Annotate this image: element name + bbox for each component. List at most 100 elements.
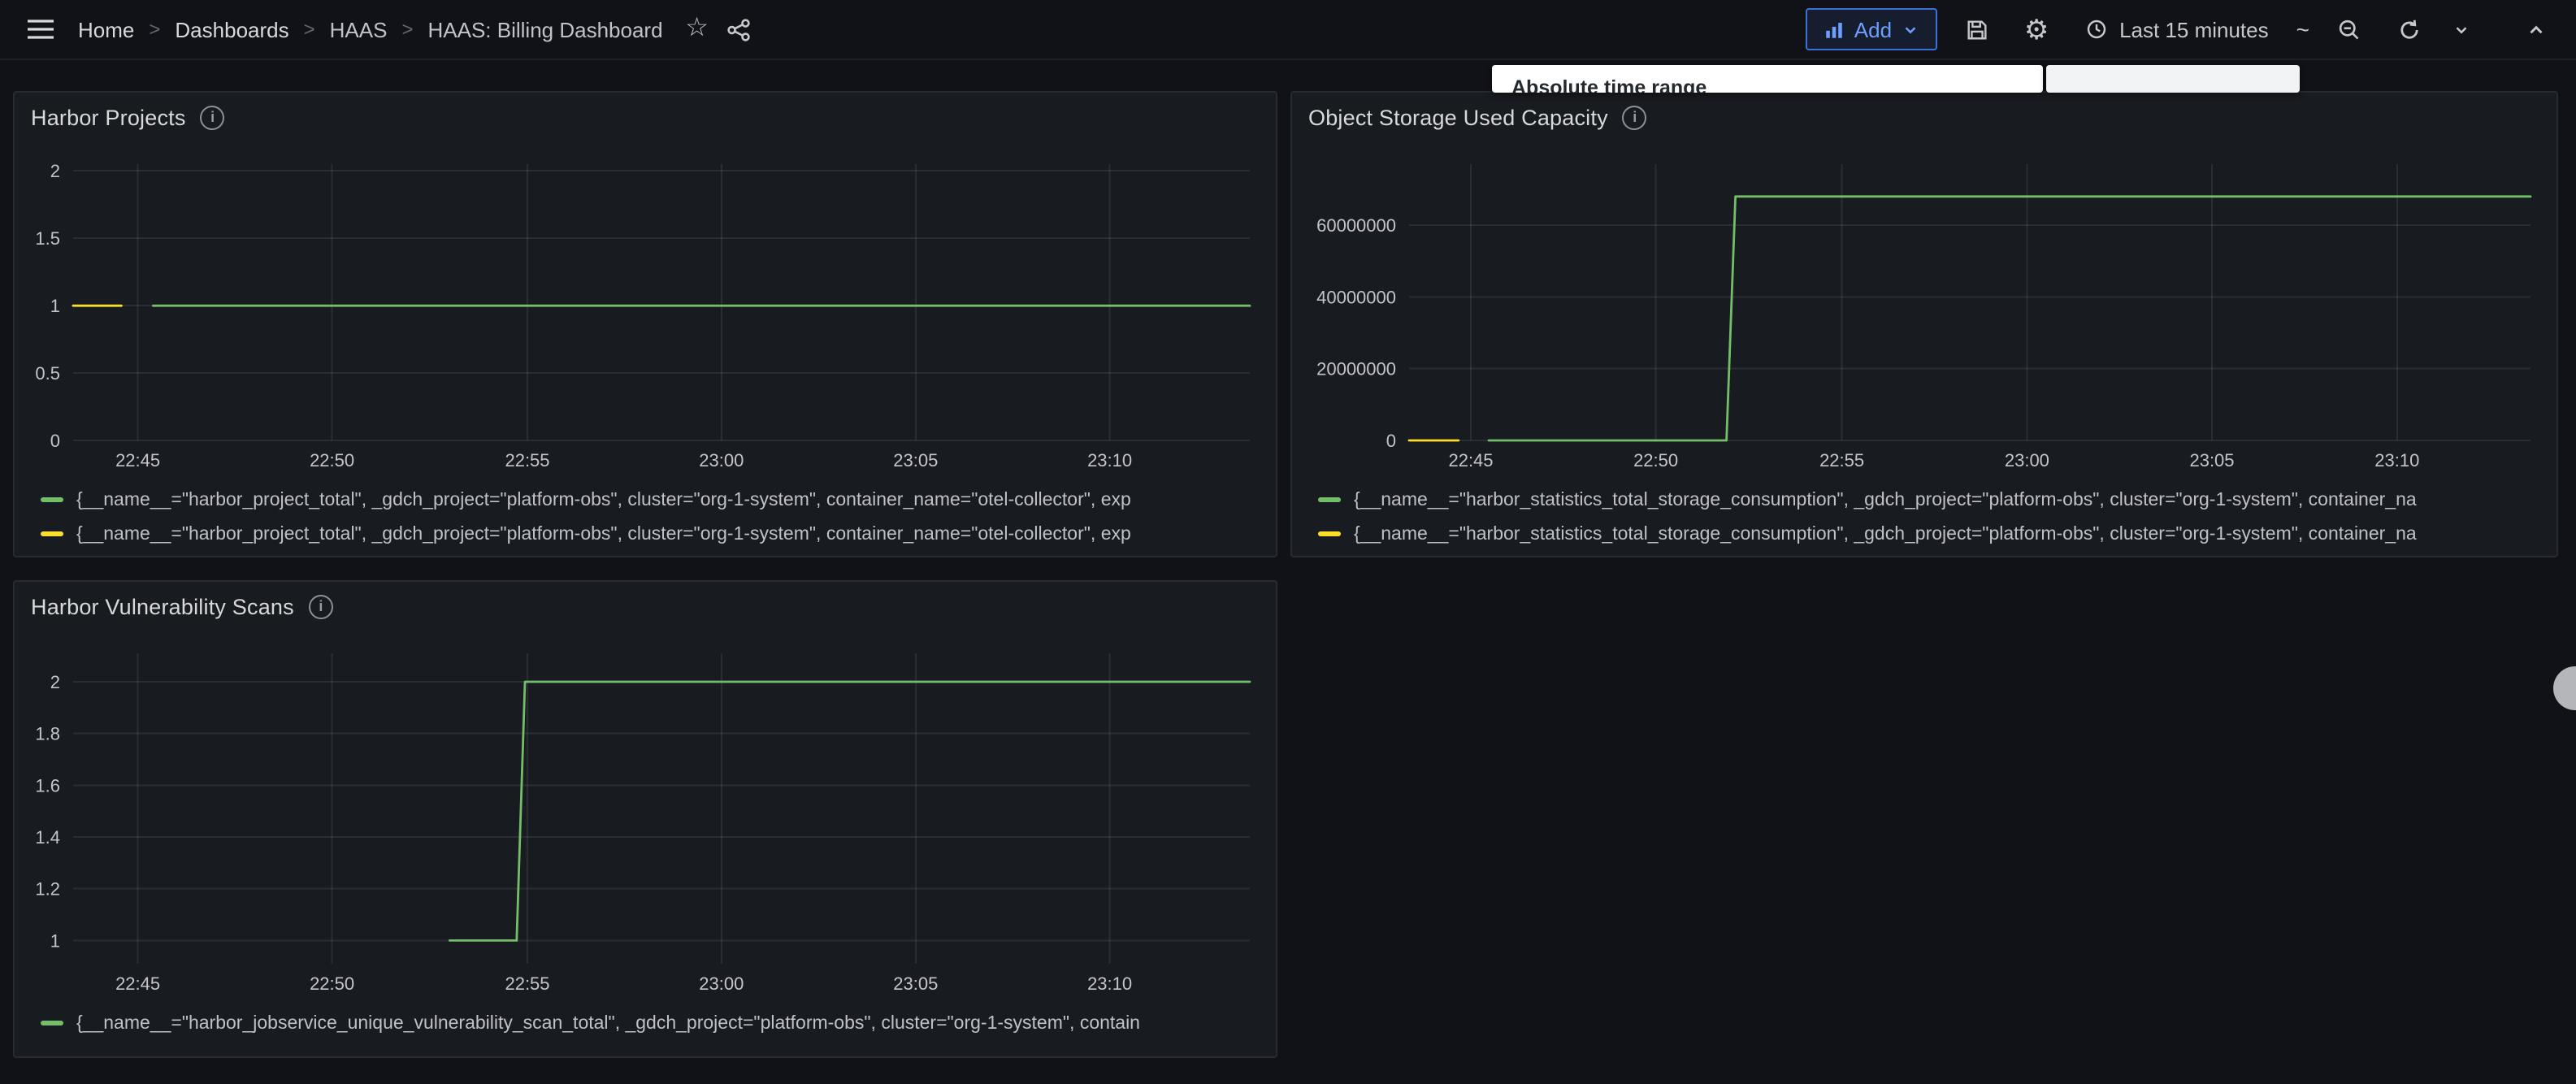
series-label: {__name__="harbor_project_total", _gdch_… <box>76 490 1131 509</box>
bar-chart-icon <box>1824 19 1845 40</box>
panel-header[interactable]: Object Storage Used Capacity i <box>1292 93 2556 141</box>
series-label: {__name__="harbor_jobservice_unique_vuln… <box>76 1013 1140 1033</box>
svg-text:23:10: 23:10 <box>1087 450 1132 470</box>
series-color-dash <box>1318 497 1341 502</box>
svg-text:22:45: 22:45 <box>115 450 160 470</box>
svg-text:23:05: 23:05 <box>893 973 938 994</box>
star-icon[interactable]: ☆ <box>676 8 718 50</box>
panel-harbor-projects: Harbor Projects i 0 0.5 1 1.5 2 22:45 22:50 22:… <box>13 91 1277 557</box>
chart-svg: 1 1.2 1.4 1.6 1.8 2 22:45 22:50 22:55 23:00 23:05 2… <box>15 631 1276 1003</box>
series-label: {__name__="harbor_statistics_total_stora… <box>1354 524 2417 544</box>
time-range-label: Last 15 minutes <box>2119 17 2269 41</box>
svg-text:1: 1 <box>50 296 60 316</box>
grafana-dashboard: Home > Dashboards > HAAS > HAAS: Billing… <box>0 0 2576 1084</box>
panel-title: Object Storage Used Capacity <box>1308 105 1608 129</box>
menu-icon[interactable] <box>20 8 62 50</box>
settings-gear-icon[interactable]: ⚙ <box>2015 8 2058 50</box>
legend-item[interactable]: {__name__="harbor_jobservice_unique_vuln… <box>15 1006 1276 1040</box>
svg-text:2: 2 <box>50 672 60 692</box>
series-label: {__name__="harbor_statistics_total_stora… <box>1354 490 2417 509</box>
breadcrumb-dashboards[interactable]: Dashboards <box>175 17 288 41</box>
legend-item[interactable]: {__name__="harbor_statistics_total_stora… <box>1292 517 2556 551</box>
time-series-chart[interactable]: 0 0.5 1 1.5 2 22:45 22:50 22:55 23:00 23:05 23:10 <box>15 141 1276 479</box>
breadcrumb-separator: > <box>304 18 315 41</box>
series-color-dash <box>41 531 63 536</box>
svg-text:1: 1 <box>50 930 60 951</box>
series-color-dash <box>1318 531 1341 536</box>
svg-text:23:00: 23:00 <box>699 973 744 994</box>
svg-text:1.4: 1.4 <box>35 827 60 848</box>
svg-text:23:05: 23:05 <box>2189 450 2234 470</box>
svg-text:22:55: 22:55 <box>1819 450 1864 470</box>
svg-text:23:00: 23:00 <box>699 450 744 470</box>
share-icon[interactable] <box>718 8 761 50</box>
svg-text:0.5: 0.5 <box>35 363 60 384</box>
legend: {__name__="harbor_jobservice_unique_vuln… <box>15 1003 1276 1040</box>
popup-fragment <box>2046 65 2300 93</box>
tilde-icon[interactable]: ~ <box>2296 18 2309 41</box>
svg-text:20000000: 20000000 <box>1316 359 1396 379</box>
svg-text:22:45: 22:45 <box>115 973 160 994</box>
svg-text:22:50: 22:50 <box>310 450 354 470</box>
clock-icon <box>2085 18 2108 41</box>
nav-actions: Add ⚙ Last 15 minutes ~ <box>1806 8 2556 50</box>
panel-title: Harbor Projects <box>31 105 186 129</box>
save-dashboard-icon[interactable] <box>1955 8 1997 50</box>
zoom-out-icon[interactable] <box>2327 8 2370 50</box>
svg-text:22:55: 22:55 <box>505 450 549 470</box>
time-series-chart[interactable]: 1 1.2 1.4 1.6 1.8 2 22:45 22:50 22:55 23:00 23:05 2… <box>15 631 1276 1003</box>
svg-text:40000000: 40000000 <box>1316 287 1396 307</box>
svg-text:23:10: 23:10 <box>2374 450 2419 470</box>
panel-harbor-vulnerability-scans: Harbor Vulnerability Scans i 11.21.41.61… <box>13 580 1277 1058</box>
svg-text:2: 2 <box>50 161 60 181</box>
svg-text:23:10: 23:10 <box>1087 973 1132 994</box>
legend-item[interactable]: {__name__="harbor_statistics_total_stora… <box>1292 483 2556 517</box>
info-icon[interactable]: i <box>201 105 225 129</box>
info-icon[interactable]: i <box>309 594 333 618</box>
legend: {__name__="harbor_statistics_total_stora… <box>1292 479 2556 551</box>
series-color-dash <box>41 1021 63 1025</box>
svg-text:0: 0 <box>50 431 60 451</box>
svg-text:22:50: 22:50 <box>1633 450 1678 470</box>
legend: {__name__="harbor_project_total", _gdch_… <box>15 479 1276 551</box>
svg-text:23:05: 23:05 <box>893 450 938 470</box>
chart-svg: 0 0.5 1 1.5 2 22:45 22:50 22:55 23:00 23:05 23:10 <box>15 141 1276 479</box>
svg-text:23:00: 23:00 <box>2005 450 2049 470</box>
svg-text:1.6: 1.6 <box>35 775 60 796</box>
info-icon[interactable]: i <box>1623 105 1647 129</box>
time-range-picker[interactable]: Last 15 minutes <box>2075 15 2279 43</box>
breadcrumb-separator: > <box>401 18 413 41</box>
panel-title: Harbor Vulnerability Scans <box>31 594 294 618</box>
series-color-dash <box>41 497 63 502</box>
legend-item[interactable]: {__name__="harbor_project_total", _gdch_… <box>15 517 1276 551</box>
refresh-icon[interactable] <box>2387 8 2430 50</box>
panel-object-storage-used-capacity: Object Storage Used Capacity i 020000000… <box>1290 91 2558 557</box>
top-nav: Home > Dashboards > HAAS > HAAS: Billing… <box>0 0 2576 60</box>
svg-text:22:55: 22:55 <box>505 973 549 994</box>
legend-item[interactable]: {__name__="harbor_project_total", _gdch_… <box>15 483 1276 517</box>
breadcrumb-current-dashboard[interactable]: HAAS: Billing Dashboard <box>428 17 663 41</box>
breadcrumb: Home > Dashboards > HAAS > HAAS: Billing… <box>78 17 663 41</box>
breadcrumb-haas[interactable]: HAAS <box>330 17 388 41</box>
breadcrumb-home[interactable]: Home <box>78 17 134 41</box>
chart-svg: 020000000400000006000000022:4522:5022:55… <box>1292 141 2556 479</box>
collapse-arrow-icon[interactable] <box>2514 8 2556 50</box>
add-button-label: Add <box>1854 17 1892 41</box>
popup-heading: Absolute time range <box>1511 76 2043 93</box>
panel-header[interactable]: Harbor Vulnerability Scans i <box>15 582 1276 631</box>
panel-header[interactable]: Harbor Projects i <box>15 93 1276 141</box>
svg-text:1.2: 1.2 <box>35 879 60 900</box>
svg-text:1.5: 1.5 <box>35 228 60 249</box>
svg-text:22:45: 22:45 <box>1448 450 1493 470</box>
time-series-chart[interactable]: 020000000400000006000000022:4522:5022:55… <box>1292 141 2556 479</box>
svg-text:60000000: 60000000 <box>1316 215 1396 236</box>
scroll-indicator[interactable] <box>2553 666 2576 710</box>
chevron-down-icon <box>1902 20 1919 38</box>
breadcrumb-separator: > <box>149 18 160 41</box>
time-range-popup-fragment: Absolute time range <box>1492 65 2043 93</box>
refresh-interval-chevron-icon[interactable] <box>2448 8 2474 50</box>
svg-text:22:50: 22:50 <box>310 973 354 994</box>
add-button[interactable]: Add <box>1806 8 1937 50</box>
series-label: {__name__="harbor_project_total", _gdch_… <box>76 524 1131 544</box>
svg-text:1.8: 1.8 <box>35 724 60 744</box>
